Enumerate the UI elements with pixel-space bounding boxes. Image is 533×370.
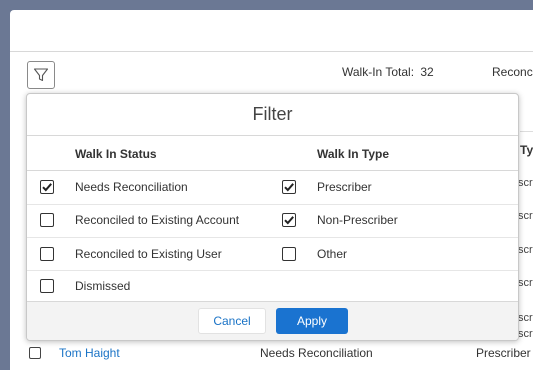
row-divider [27,204,518,205]
checkbox[interactable] [282,180,296,194]
walkin-total: Walk-In Total: 32 [342,65,434,79]
table-cell-type: scr [518,328,533,340]
filter-title: Filter [252,104,293,124]
checkbox[interactable] [282,213,296,227]
row-name-link[interactable]: Tom Haight [59,346,120,360]
status-option-label: Reconciled to Existing Account [75,213,240,227]
status-option-reconciled-existing-account[interactable]: Reconciled to Existing Account [40,213,239,227]
table-cell-type: scr [518,312,533,324]
table-cell-type: scr [518,210,533,222]
type-option-non-prescriber[interactable]: Non-Prescriber [282,213,398,227]
type-option-prescriber[interactable]: Prescriber [282,180,372,194]
panel-header-divider [10,51,533,52]
type-option-other[interactable]: Other [282,247,347,261]
status-option-label: Dismissed [75,279,131,293]
row-type: Prescriber [476,346,531,360]
type-option-label: Prescriber [317,180,372,194]
table-cell-type: scr [518,177,533,189]
status-option-dismissed[interactable]: Dismissed [40,279,130,293]
reconciled-total-label: Reconc [492,65,533,79]
table-type-column-header: Ty [520,143,533,157]
status-option-label: Needs Reconciliation [75,180,188,194]
checkbox[interactable] [40,180,54,194]
checkmark-icon [42,183,52,192]
filter-button[interactable] [27,61,55,89]
row-divider [27,237,518,238]
checkbox[interactable] [40,279,54,293]
type-option-label: Non-Prescriber [317,213,398,227]
checkmark-icon [284,183,294,192]
filter-title-divider [27,135,518,136]
checkbox[interactable] [40,213,54,227]
type-option-label: Other [317,247,348,261]
walk-in-type-header: Walk In Type [317,147,390,161]
row-status: Needs Reconciliation [260,346,373,360]
filter-popover: Filter Walk In Status Walk In Type Needs… [26,93,519,341]
filter-footer: Cancel Apply [27,301,518,340]
table-header-divider [520,131,533,132]
walkin-total-value: 32 [420,65,434,79]
status-option-needs-reconciliation[interactable]: Needs Reconciliation [40,180,188,194]
checkbox[interactable] [282,247,296,261]
table-cell-type: scr [518,244,533,256]
filter-funnel-icon [33,68,49,82]
row-checkbox[interactable] [29,347,41,359]
walkin-total-label: Walk-In Total: [342,65,415,79]
checkbox[interactable] [40,247,54,261]
filter-header-divider [27,170,518,171]
status-option-label: Reconciled to Existing User [75,247,222,261]
table-cell-type: scr [518,277,533,289]
status-option-reconciled-existing-user[interactable]: Reconciled to Existing User [40,247,222,261]
apply-button[interactable]: Apply [276,308,348,334]
walk-in-status-header: Walk In Status [75,147,157,161]
row-divider [27,270,518,271]
cancel-button[interactable]: Cancel [198,308,266,334]
checkmark-icon [284,216,294,225]
